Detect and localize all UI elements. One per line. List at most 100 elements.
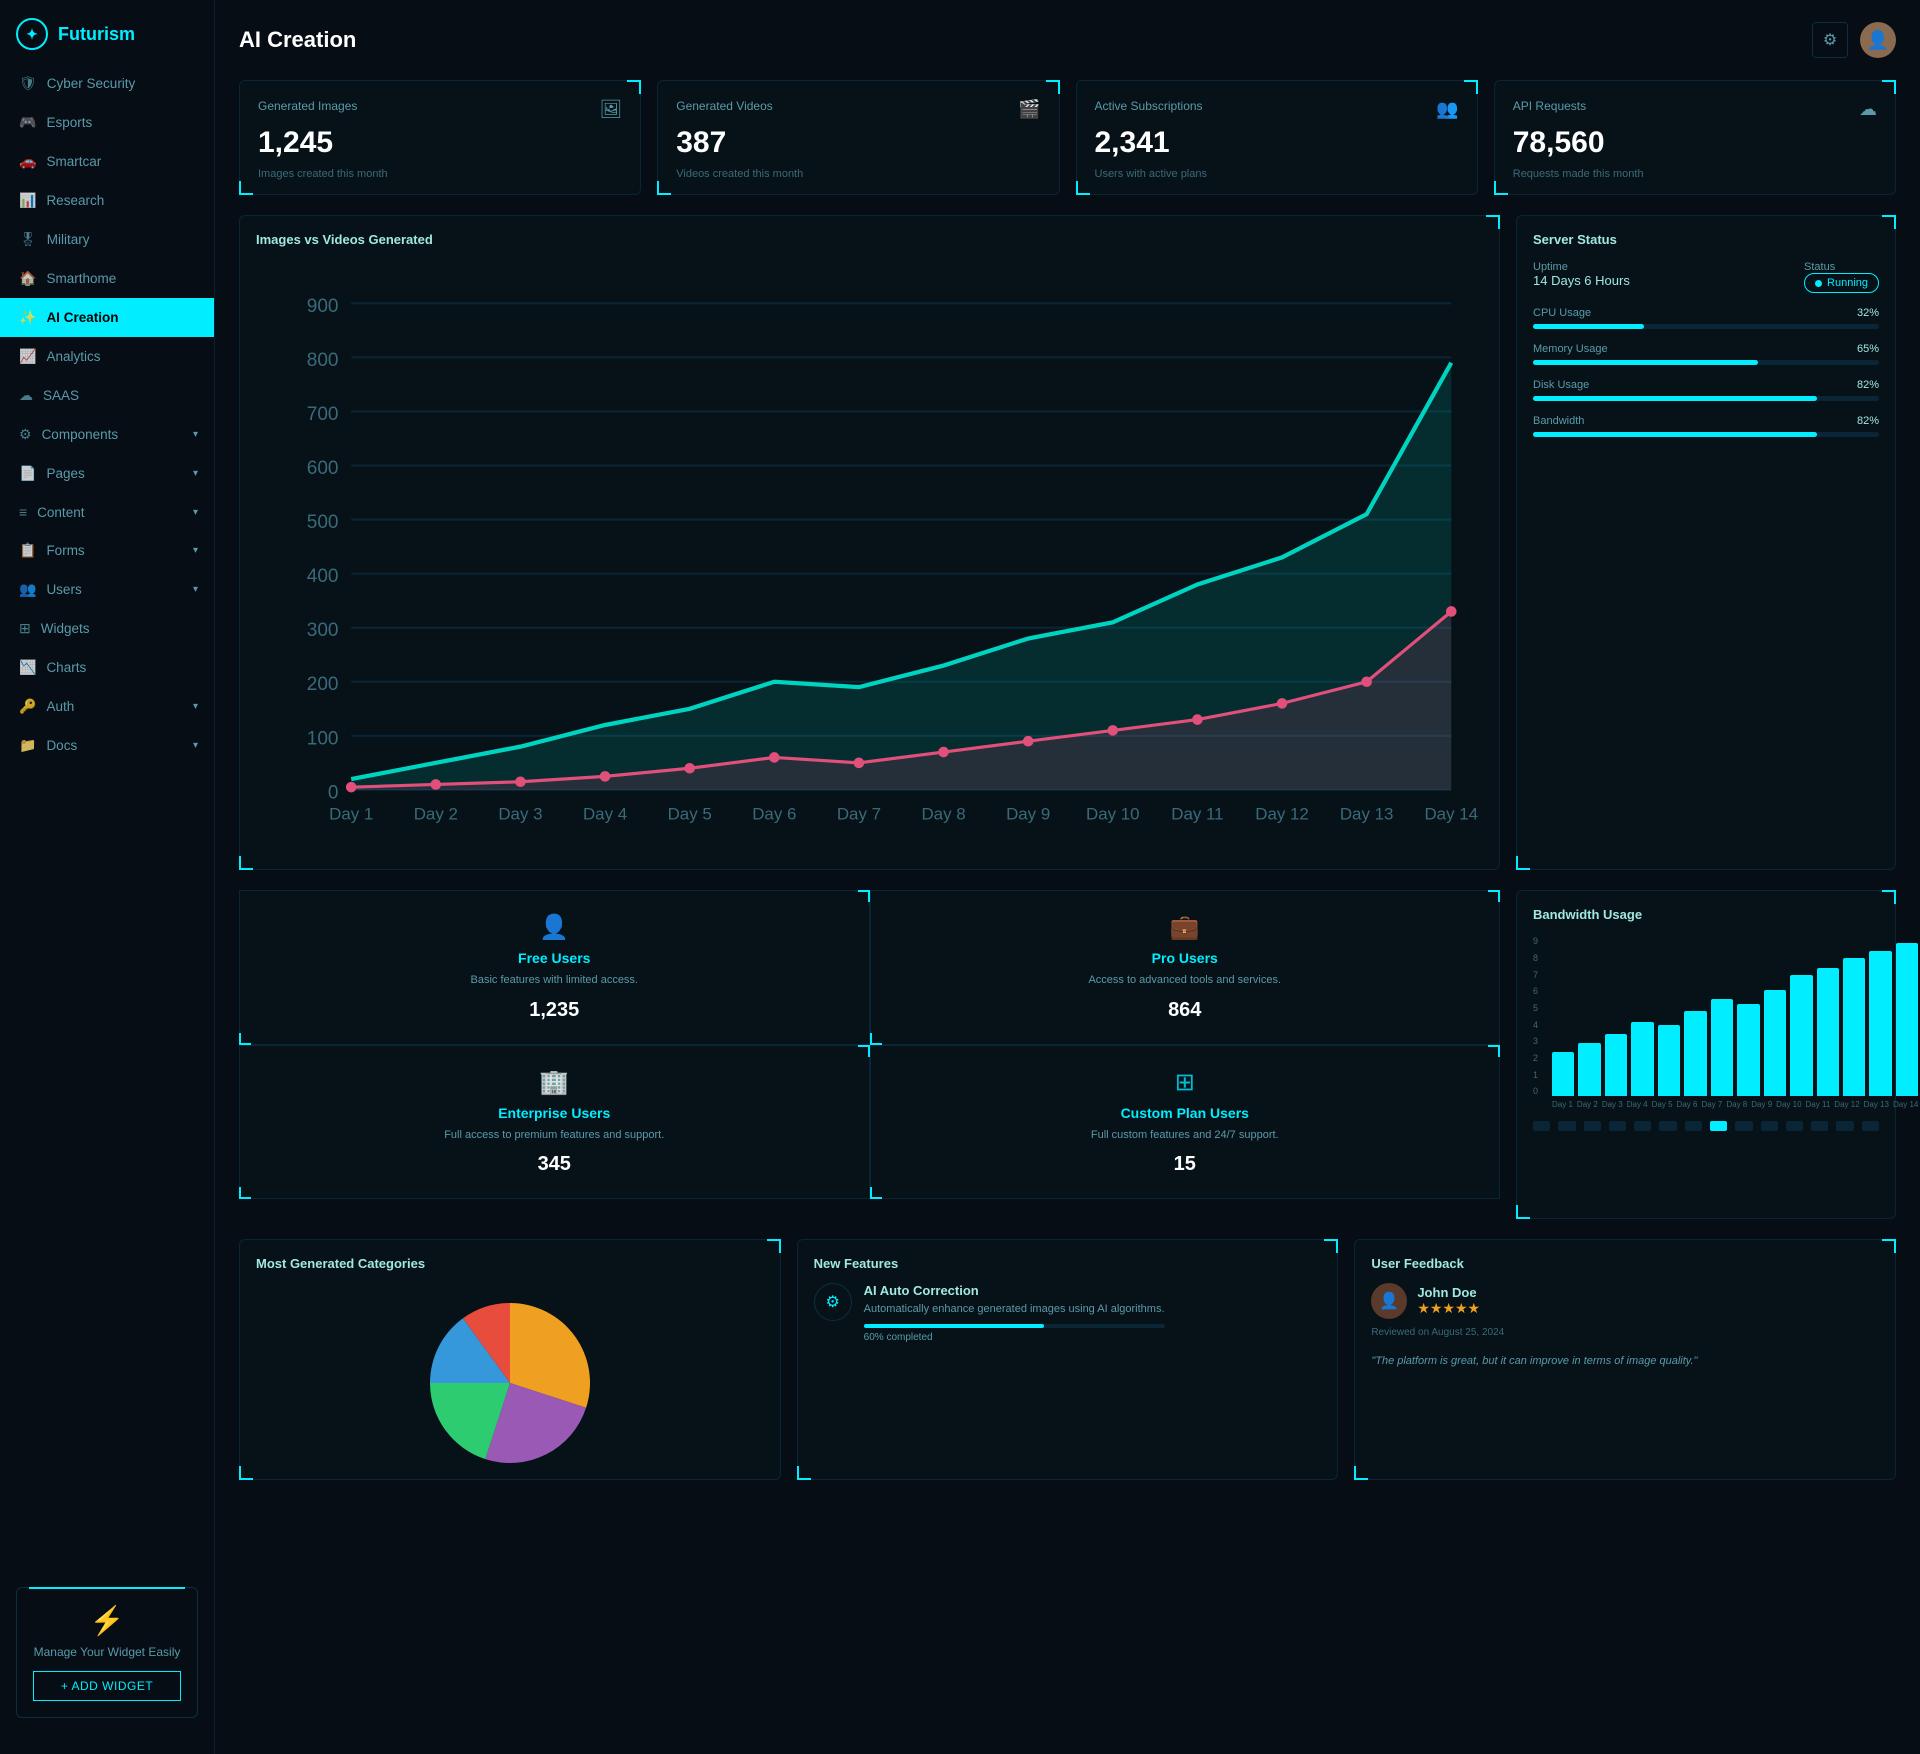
feature-progress-bar xyxy=(864,1324,1165,1328)
stat-label-3: API Requests xyxy=(1513,99,1586,113)
feature-icon: ⚙ xyxy=(814,1283,852,1321)
metric-disk-usage: Disk Usage 82% xyxy=(1533,379,1879,401)
sidebar-item-research[interactable]: 📊 Research xyxy=(0,181,214,220)
metric-memory-usage: Memory Usage 65% xyxy=(1533,343,1879,365)
svg-text:300: 300 xyxy=(307,620,339,641)
docs-label: Docs xyxy=(46,738,77,753)
sidebar-item-cyber-security[interactable]: 🛡 Cyber Security xyxy=(0,64,214,103)
sidebar-nav: 🛡 Cyber Security 🎮 Esports 🚗 Smartcar 📊 … xyxy=(0,64,214,1571)
user-cards-grid: 👤 Free Users Basic features with limited… xyxy=(239,890,1500,1199)
stat-card-3: API Requests ☁ 78,560 Requests made this… xyxy=(1494,80,1896,195)
swatch-12 xyxy=(1836,1121,1853,1131)
bar-col-13 xyxy=(1896,943,1918,1096)
bar-col-9 xyxy=(1790,975,1812,1096)
analytics-label: Analytics xyxy=(46,349,100,364)
sidebar-item-widgets[interactable]: ⊞ Widgets xyxy=(0,609,214,648)
sidebar-item-analytics[interactable]: 📈 Analytics xyxy=(0,337,214,376)
feedback-title: User Feedback xyxy=(1371,1256,1879,1271)
ai-creation-icon: ✨ xyxy=(19,309,36,326)
bar-y-label: 2 xyxy=(1533,1053,1538,1063)
charts-row: Images vs Videos Generated 0100200300400… xyxy=(239,215,1896,870)
chevron-icon: ▾ xyxy=(193,740,198,751)
stat-card-2: Active Subscriptions 👥 2,341 Users with … xyxy=(1076,80,1478,195)
content-label: Content xyxy=(37,505,84,520)
feature-progress-fill xyxy=(864,1324,1045,1328)
feature-desc: Automatically enhance generated images u… xyxy=(864,1302,1165,1317)
feature-pct: 60% completed xyxy=(864,1332,1165,1343)
feedback-date: Reviewed on August 25, 2024 xyxy=(1371,1327,1879,1338)
line-chart-title: Images vs Videos Generated xyxy=(256,232,1483,247)
stat-label-1: Generated Videos xyxy=(676,99,773,113)
sidebar-item-ai-creation[interactable]: ✨ AI Creation xyxy=(0,298,214,337)
feedback-text: "The platform is great, but it can impro… xyxy=(1371,1353,1879,1370)
sidebar-item-esports[interactable]: 🎮 Esports xyxy=(0,103,214,142)
saas-label: SAAS xyxy=(43,388,79,403)
charts-label: Charts xyxy=(46,660,86,675)
sidebar-item-smarthome[interactable]: 🏠 Smarthome xyxy=(0,259,214,298)
user-card-3: ⊞ Custom Plan Users Full custom features… xyxy=(870,1045,1501,1200)
stat-sub-2: Users with active plans xyxy=(1095,168,1459,180)
widgets-label: Widgets xyxy=(41,621,90,636)
analytics-icon: 📈 xyxy=(19,348,36,365)
svg-text:100: 100 xyxy=(307,728,339,749)
bar-col-2 xyxy=(1605,1034,1627,1096)
bar-label-10: Day 11 xyxy=(1806,1100,1831,1109)
svg-text:Day 7: Day 7 xyxy=(837,804,881,823)
feedback-user-info: John Doe ★★★★★ xyxy=(1417,1285,1480,1317)
sidebar-item-content[interactable]: ≡ Content ▾ xyxy=(0,493,214,531)
user-card-1: 💼 Pro Users Access to advanced tools and… xyxy=(870,890,1501,1045)
feedback-avatar: 👤 xyxy=(1371,1283,1407,1319)
svg-text:900: 900 xyxy=(307,296,339,317)
sidebar-item-saas[interactable]: ☁ SAAS xyxy=(0,376,214,415)
metric-bandwidth: Bandwidth 82% xyxy=(1533,415,1879,437)
svg-text:Day 6: Day 6 xyxy=(752,804,796,823)
bar-label-2: Day 3 xyxy=(1602,1100,1623,1109)
stat-icon-0: 🖼 xyxy=(599,99,622,120)
chevron-icon: ▾ xyxy=(193,545,198,556)
widget-icon: ⚡ xyxy=(33,1604,181,1637)
bar-y-label: 0 xyxy=(1533,1086,1538,1096)
swatch-3 xyxy=(1609,1121,1626,1131)
new-features-card: New Features ⚙ AI Auto Correction Automa… xyxy=(797,1239,1339,1480)
sidebar-item-auth[interactable]: 🔑 Auth ▾ xyxy=(0,687,214,726)
bandwidth-title: Bandwidth Usage xyxy=(1533,907,1879,922)
sidebar-item-users[interactable]: 👥 Users ▾ xyxy=(0,570,214,609)
auth-label: Auth xyxy=(46,699,74,714)
sidebar-item-docs[interactable]: 📁 Docs ▾ xyxy=(0,726,214,765)
forms-icon: 📋 xyxy=(19,542,36,559)
status-label: Status xyxy=(1804,261,1879,273)
app-name: Futurism xyxy=(58,24,135,45)
swatch-11 xyxy=(1811,1121,1828,1131)
bar-col-1 xyxy=(1578,1043,1600,1096)
uptime-label: Uptime xyxy=(1533,261,1630,273)
military-icon: 🎖 xyxy=(19,231,37,248)
chevron-icon: ▾ xyxy=(193,468,198,479)
sidebar-item-military[interactable]: 🎖 Military xyxy=(0,220,214,259)
status-section: Status Running xyxy=(1804,261,1879,293)
bar-col-11 xyxy=(1843,958,1865,1097)
add-widget-button[interactable]: + ADD WIDGET xyxy=(33,1671,181,1701)
metric-cpu-usage: CPU Usage 32% xyxy=(1533,307,1879,329)
bar-label-3: Day 4 xyxy=(1627,1100,1648,1109)
chevron-icon: ▾ xyxy=(193,584,198,595)
sidebar-item-smartcar[interactable]: 🚗 Smartcar xyxy=(0,142,214,181)
svg-text:400: 400 xyxy=(307,566,339,587)
sidebar-item-pages[interactable]: 📄 Pages ▾ xyxy=(0,454,214,493)
esports-label: Esports xyxy=(46,115,92,130)
settings-button[interactable]: ⚙ xyxy=(1812,22,1848,58)
line-chart-wrap: 0100200300400500600700800900Day 1Day 2Da… xyxy=(256,261,1483,853)
sidebar-item-components[interactable]: ⚙ Components ▾ xyxy=(0,415,214,454)
auth-icon: 🔑 xyxy=(19,698,36,715)
lower-row: Most Generated Categories New Features ⚙… xyxy=(239,1239,1896,1480)
sidebar-item-charts[interactable]: 📉 Charts xyxy=(0,648,214,687)
feedback-user: 👤 John Doe ★★★★★ xyxy=(1371,1283,1879,1319)
stat-label-2: Active Subscriptions xyxy=(1095,99,1203,113)
sidebar-item-forms[interactable]: 📋 Forms ▾ xyxy=(0,531,214,570)
feature-title: AI Auto Correction xyxy=(864,1283,1165,1298)
stat-icon-1: 🎬 xyxy=(1018,99,1040,120)
charts-icon: 📉 xyxy=(19,659,36,676)
users-icon: 👥 xyxy=(19,581,36,598)
most-generated-card: Most Generated Categories xyxy=(239,1239,781,1480)
swatch-9 xyxy=(1761,1121,1778,1131)
bar-labels: Day 1Day 2Day 3Day 4Day 5Day 6Day 7Day 8… xyxy=(1548,1096,1920,1109)
